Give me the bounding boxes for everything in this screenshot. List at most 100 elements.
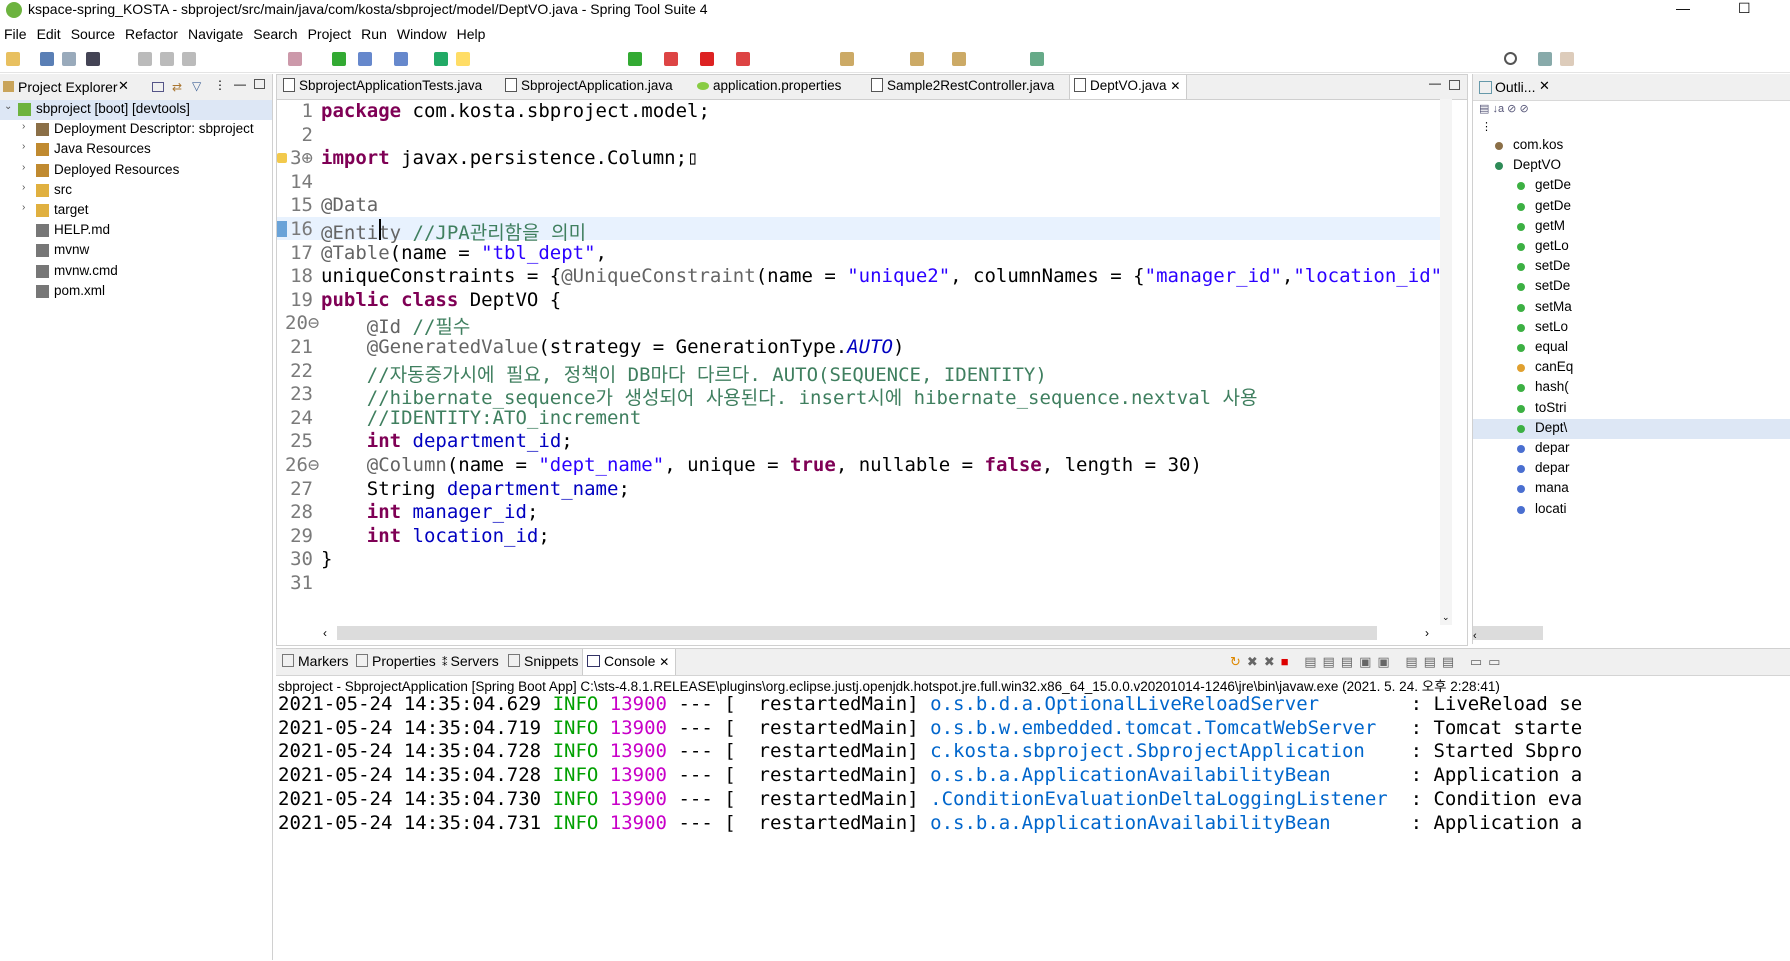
view-menu-icon[interactable]: ⋮ bbox=[214, 78, 226, 92]
code-line[interactable]: package com.kosta.sbproject.model; bbox=[321, 100, 710, 122]
tree-item[interactable]: HELP.md bbox=[0, 221, 272, 241]
tab-deptvo[interactable]: DeptVO.java ✕ bbox=[1069, 75, 1188, 99]
tree-item[interactable]: › Deployed Resources bbox=[0, 161, 272, 181]
minimize-view-icon[interactable]: ▭ bbox=[1470, 654, 1488, 669]
run-icon[interactable] bbox=[628, 52, 642, 66]
scroll-down-icon[interactable]: ⌄ bbox=[1442, 612, 1450, 623]
expand-toggle-icon[interactable]: › bbox=[22, 182, 25, 193]
outline-scrollbar[interactable]: ‹ bbox=[1473, 626, 1543, 642]
code-line[interactable]: int location_id; bbox=[321, 525, 550, 547]
outline-item[interactable]: canEq bbox=[1473, 358, 1790, 378]
outline-item[interactable]: setMa bbox=[1473, 298, 1790, 318]
code-line[interactable]: public class DeptVO { bbox=[321, 289, 561, 311]
menu-navigate[interactable]: Navigate bbox=[184, 24, 249, 42]
minimize-button[interactable]: — bbox=[1676, 0, 1690, 16]
open-perspective-icon[interactable] bbox=[1538, 52, 1552, 66]
tab-sbproject-application-tests[interactable]: SbprojectApplicationTests.java bbox=[283, 78, 482, 93]
display-console-icon[interactable]: ▤ bbox=[1424, 654, 1442, 669]
menu-project[interactable]: Project bbox=[304, 24, 358, 42]
close-icon[interactable]: ✕ bbox=[659, 655, 669, 669]
menu-file[interactable]: File bbox=[0, 24, 33, 42]
tab-sbproject-application[interactable]: SbprojectApplication.java bbox=[505, 78, 673, 93]
outline-item[interactable]: locati bbox=[1473, 500, 1790, 520]
next-annotation-icon[interactable] bbox=[840, 52, 854, 66]
boot-dashboard-icon[interactable] bbox=[332, 52, 346, 66]
outline-item[interactable]: mana bbox=[1473, 479, 1790, 499]
outline-item[interactable]: setDe bbox=[1473, 257, 1790, 277]
terminal-icon[interactable] bbox=[86, 52, 100, 66]
link-editor-icon[interactable]: ⇄ bbox=[172, 80, 182, 94]
code-line[interactable]: String department_name; bbox=[321, 478, 630, 500]
skip-breakpoints-icon[interactable] bbox=[288, 52, 302, 66]
code-line[interactable]: int department_id; bbox=[321, 430, 573, 452]
code-line[interactable]: @Data bbox=[321, 194, 378, 216]
outline-item[interactable]: equal bbox=[1473, 338, 1790, 358]
suspend-icon[interactable] bbox=[160, 52, 174, 66]
tree-item[interactable]: mvnw bbox=[0, 241, 272, 261]
tab-console[interactable]: Console ✕ bbox=[582, 649, 677, 675]
outline-item[interactable]: getDe bbox=[1473, 197, 1790, 217]
horizontal-scrollbar[interactable] bbox=[337, 626, 1377, 640]
tree-item[interactable]: › src bbox=[0, 181, 272, 201]
maximize-editor-icon[interactable] bbox=[1449, 80, 1460, 90]
filter-icon[interactable]: ▽ bbox=[192, 79, 201, 93]
expand-toggle-icon[interactable]: › bbox=[22, 121, 25, 132]
outline-item[interactable]: getDe bbox=[1473, 176, 1790, 196]
outline-item[interactable]: toStri bbox=[1473, 399, 1790, 419]
warning-marker-icon[interactable] bbox=[277, 153, 287, 163]
tree-item[interactable]: pom.xml bbox=[0, 282, 272, 302]
tree-item[interactable]: ⌄ sbproject [boot] [devtools] bbox=[0, 100, 272, 120]
vertical-scrollbar[interactable]: ⌄ bbox=[1440, 99, 1452, 625]
external-tools-icon[interactable] bbox=[736, 52, 750, 66]
open-type-icon[interactable] bbox=[434, 52, 448, 66]
remove-launch-icon[interactable]: ✖ bbox=[1247, 654, 1264, 669]
hide-static-icon[interactable]: ⊘ bbox=[1519, 103, 1528, 115]
pin-editor-icon[interactable] bbox=[1030, 52, 1044, 66]
tree-item[interactable]: › Deployment Descriptor: sbproject bbox=[0, 120, 272, 140]
outline-item[interactable]: setLo bbox=[1473, 318, 1790, 338]
menu-search[interactable]: Search bbox=[249, 24, 303, 42]
tab-properties[interactable]: Properties bbox=[356, 653, 436, 669]
code-line[interactable]: @Column(name = "dept_name", unique = tru… bbox=[321, 454, 1202, 476]
menu-help[interactable]: Help bbox=[453, 24, 492, 42]
java-perspective-icon[interactable] bbox=[1560, 52, 1574, 66]
outline-title[interactable]: Outli... bbox=[1495, 79, 1535, 95]
outline-item[interactable]: depar bbox=[1473, 459, 1790, 479]
outline-item[interactable]: com.kos bbox=[1473, 136, 1790, 156]
code-line[interactable]: int manager_id; bbox=[321, 501, 539, 523]
forward-icon[interactable] bbox=[952, 52, 966, 66]
code-line[interactable]: @Table(name = "tbl_dept", bbox=[321, 242, 607, 264]
tab-application-properties[interactable]: application.properties bbox=[697, 78, 841, 93]
scroll-left-icon[interactable]: ‹ bbox=[1473, 630, 1477, 642]
close-icon[interactable]: ✕ bbox=[1539, 78, 1550, 94]
menu-window[interactable]: Window bbox=[393, 24, 453, 42]
maximize-view-icon[interactable]: ▭ bbox=[1488, 654, 1506, 669]
collapse-all-icon[interactable] bbox=[152, 82, 164, 92]
scroll-lock-icon[interactable]: ▤ bbox=[1323, 654, 1341, 669]
word-wrap-icon[interactable]: ▤ bbox=[1341, 654, 1359, 669]
clear-console-icon[interactable]: ▤ bbox=[1304, 654, 1322, 669]
code-line[interactable]: } bbox=[321, 548, 332, 570]
coverage-icon[interactable] bbox=[664, 52, 678, 66]
outline-item[interactable]: DeptVO bbox=[1473, 156, 1790, 176]
search-icon[interactable] bbox=[1504, 52, 1517, 65]
tab-sample2-rest-controller[interactable]: Sample2RestController.java bbox=[871, 78, 1054, 93]
pin-console-icon[interactable]: ▤ bbox=[1405, 654, 1423, 669]
annotation-marker-icon[interactable] bbox=[277, 221, 287, 237]
tree-item[interactable]: › Java Resources bbox=[0, 140, 272, 160]
stop-icon[interactable] bbox=[182, 52, 196, 66]
remove-all-icon[interactable]: ✖ bbox=[1264, 654, 1281, 669]
code-area[interactable]: 1 package com.kosta.sbproject.model; 2 3⊕ im… bbox=[277, 99, 1452, 625]
terminate-icon[interactable]: ■ bbox=[1281, 654, 1295, 669]
maximize-button[interactable]: ☐ bbox=[1738, 0, 1751, 17]
outline-item[interactable]: hash( bbox=[1473, 378, 1790, 398]
highlight-icon[interactable] bbox=[456, 52, 470, 66]
stop-server-icon[interactable] bbox=[700, 52, 714, 66]
minimize-editor-icon[interactable]: — bbox=[1429, 76, 1441, 90]
outline-item[interactable]: setDe bbox=[1473, 277, 1790, 297]
tree-item[interactable]: › target bbox=[0, 201, 272, 221]
code-line[interactable]: //IDENTITY:ATO_increment bbox=[321, 407, 642, 429]
show-stdout-icon[interactable]: ▣ bbox=[1359, 654, 1377, 669]
tree-item[interactable]: mvnw.cmd bbox=[0, 262, 272, 282]
collapse-icon[interactable]: ▤ bbox=[1479, 103, 1489, 115]
